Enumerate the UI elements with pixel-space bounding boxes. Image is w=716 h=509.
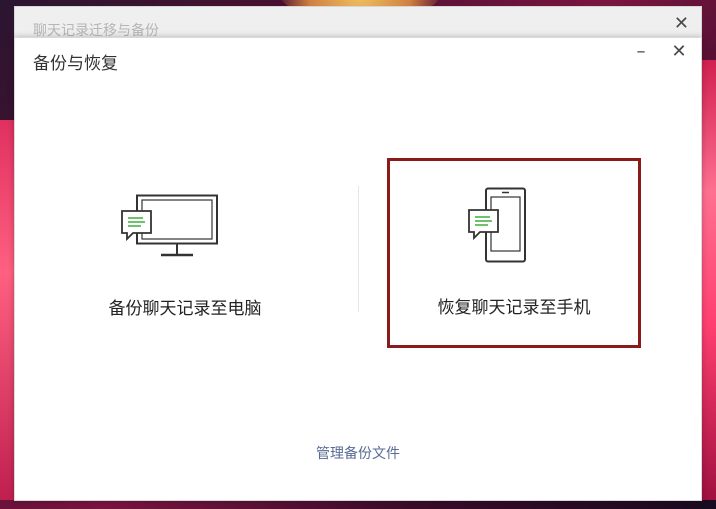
manage-backup-files-link[interactable]: 管理备份文件 [15, 443, 701, 463]
backup-to-pc-option[interactable]: 备份聊天记录至电脑 [35, 160, 335, 346]
minimize-button[interactable]: – [631, 42, 651, 62]
close-button[interactable]: ✕ [669, 42, 689, 62]
restore-to-phone-option[interactable]: 恢复聊天记录至手机 [387, 158, 641, 348]
restore-to-phone-label: 恢复聊天记录至手机 [437, 298, 591, 318]
backup-restore-dialog: 备份与恢复 – ✕ 备份聊天记录至电脑 恢复聊天记录至手机 管理备份文件 [14, 37, 702, 501]
backup-to-pc-label: 备份聊天记录至电脑 [108, 299, 262, 319]
options-divider [358, 186, 359, 312]
background-close-button[interactable]: ✕ [674, 13, 689, 34]
dialog-title: 备份与恢复 [33, 54, 118, 74]
phone-chat-icon [468, 187, 526, 263]
monitor-chat-icon [121, 194, 218, 257]
